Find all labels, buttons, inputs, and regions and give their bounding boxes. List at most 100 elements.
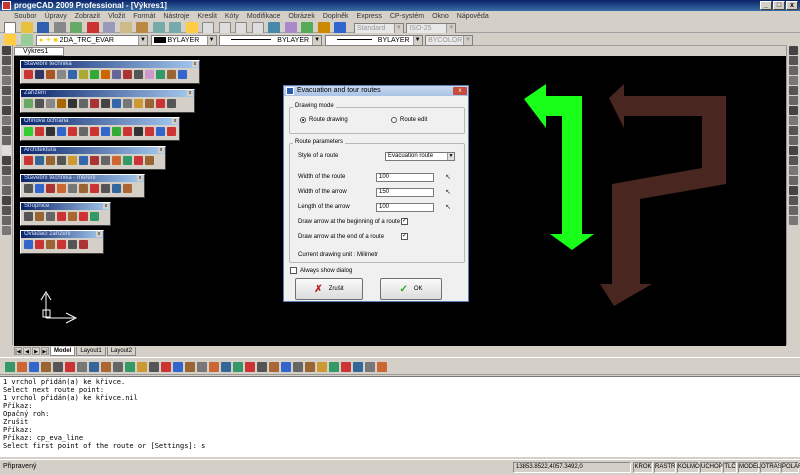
tool-icon[interactable] [57, 184, 66, 194]
menu-obrazek[interactable]: Obrázek [288, 13, 314, 20]
tool-icon[interactable] [90, 70, 99, 80]
rotate-icon[interactable] [789, 106, 798, 115]
menu-okno[interactable]: Okno [432, 13, 449, 20]
tool-icon[interactable] [68, 70, 77, 80]
extend-icon[interactable] [789, 146, 798, 155]
tool-icon[interactable] [46, 212, 55, 222]
join-icon[interactable] [789, 196, 798, 205]
tool-icon[interactable] [156, 127, 165, 137]
cloud-icon[interactable] [2, 226, 11, 235]
point-icon[interactable] [2, 136, 11, 145]
prev-tab-button[interactable]: ◀ [23, 347, 31, 355]
osnap-perpendicular-icon[interactable] [89, 361, 99, 372]
toggle-rastr[interactable]: RASTR [654, 462, 676, 473]
tool-icon[interactable] [145, 127, 154, 137]
menu-modifikace[interactable]: Modifikace [247, 13, 280, 20]
tool-icon[interactable] [134, 156, 143, 166]
tool-icon[interactable] [365, 361, 375, 372]
erase-icon[interactable] [789, 46, 798, 55]
arrow-end-checkbox[interactable]: ✓ [401, 233, 408, 240]
command-line[interactable]: 1 vrchol přidán(a) ke křivce. Select nex… [0, 376, 800, 457]
chamfer-icon[interactable] [789, 166, 798, 175]
osnap-nearest-icon[interactable] [113, 361, 123, 372]
tool-icon[interactable] [79, 184, 88, 194]
offset-icon[interactable] [789, 76, 798, 85]
tool-icon[interactable] [57, 99, 66, 109]
polyline-icon[interactable] [2, 56, 11, 65]
tool-icon[interactable] [57, 127, 66, 137]
tool-icon[interactable] [79, 127, 88, 137]
tool-icon[interactable] [24, 70, 33, 80]
tool-icon[interactable] [209, 361, 219, 372]
tool-icon[interactable] [79, 212, 88, 222]
tool-icon[interactable] [24, 240, 33, 250]
osnap-node-icon[interactable] [41, 361, 51, 372]
tool-icon[interactable] [134, 99, 143, 109]
menu-soubor[interactable]: Soubor [14, 13, 37, 20]
tool-icon[interactable] [90, 212, 99, 222]
tool-icon[interactable] [24, 184, 33, 194]
dim-style-select[interactable]: ISO-25 ▼ [406, 22, 457, 34]
tool-icon[interactable] [35, 99, 44, 109]
tool-icon[interactable] [112, 184, 121, 194]
tool-icon[interactable] [112, 99, 121, 109]
palette-close-icon[interactable]: x [187, 90, 193, 96]
tool-icon[interactable] [24, 127, 33, 137]
insert-icon[interactable] [2, 186, 11, 195]
linetype-select[interactable]: BYLAYER ▼ [219, 34, 323, 46]
tool-icon[interactable] [90, 127, 99, 137]
osnap-clear-icon[interactable] [161, 361, 171, 372]
document-tab[interactable]: Výkres1 [14, 47, 64, 56]
osnap-intersection-icon[interactable] [65, 361, 75, 372]
ellipse-icon[interactable] [2, 86, 11, 95]
tool-icon[interactable] [329, 361, 339, 372]
tool-icon[interactable] [377, 361, 387, 372]
tool-icon[interactable] [145, 70, 154, 80]
menu-zobrazit[interactable]: Zobrazit [75, 13, 100, 20]
menu-express[interactable]: Express [357, 13, 382, 20]
tool-icon[interactable] [57, 212, 66, 222]
tool-icon[interactable] [57, 70, 66, 80]
lineweight-select[interactable]: BYLAYER ▼ [324, 34, 423, 46]
array-icon[interactable] [789, 86, 798, 95]
spline-icon[interactable] [2, 96, 11, 105]
tool-icon[interactable] [101, 127, 110, 137]
width-arrow-input[interactable]: 150 [376, 188, 434, 197]
tool-icon[interactable] [221, 361, 231, 372]
menu-format[interactable]: Formát [133, 13, 155, 20]
tool-icon[interactable] [185, 361, 195, 372]
radio-route-edit[interactable] [391, 117, 397, 123]
palette-close-icon[interactable]: x [103, 203, 109, 209]
tool-icon[interactable] [281, 361, 291, 372]
osnap-insertion-icon[interactable] [77, 361, 87, 372]
tab-layout1[interactable]: Layout1 [76, 346, 106, 356]
osnap-tangent-icon[interactable] [101, 361, 111, 372]
width-route-input[interactable]: 100 [376, 173, 434, 182]
tool-icon[interactable] [134, 127, 143, 137]
tool-icon[interactable] [79, 156, 88, 166]
menu-kreslit[interactable]: Kreslit [197, 13, 216, 20]
tool-icon[interactable] [167, 70, 176, 80]
line-icon[interactable] [2, 46, 11, 55]
palette-close-icon[interactable]: x [192, 61, 198, 67]
menu-cp-system[interactable]: CP-systém [390, 13, 424, 20]
tool-icon[interactable] [35, 240, 44, 250]
tool-icon[interactable] [90, 184, 99, 194]
tool-icon[interactable] [123, 70, 132, 80]
xline-icon[interactable] [2, 216, 11, 225]
close-button[interactable]: x [786, 1, 798, 10]
tool-icon[interactable] [68, 99, 77, 109]
tool-icon[interactable] [293, 361, 303, 372]
toggle-krok[interactable]: KROK [633, 462, 653, 473]
scale-icon[interactable] [789, 116, 798, 125]
tool-icon[interactable] [46, 184, 55, 194]
plotstyle-select[interactable]: BYCOLOR ▼ [425, 34, 474, 46]
tool-icon[interactable] [123, 184, 132, 194]
palette-close-icon[interactable]: x [172, 118, 178, 124]
tool-icon[interactable] [68, 156, 77, 166]
tool-icon[interactable] [35, 156, 44, 166]
lengthen-icon[interactable] [789, 206, 798, 215]
first-tab-button[interactable]: |◀ [14, 347, 22, 355]
edit-polyline-icon[interactable] [789, 216, 798, 225]
tool-icon[interactable] [79, 70, 88, 80]
